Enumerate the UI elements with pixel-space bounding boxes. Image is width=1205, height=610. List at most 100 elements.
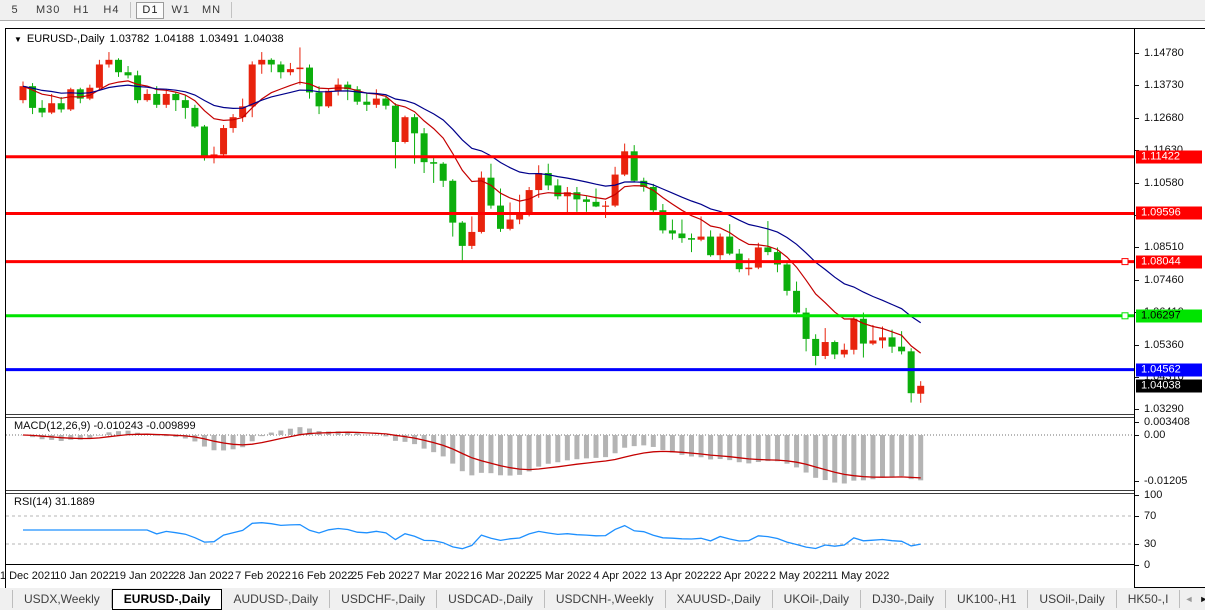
date-label: 31 Dec 2021: [0, 570, 56, 582]
toolbar-separator: [231, 2, 232, 18]
date-label: 13 Apr 2022: [650, 570, 709, 582]
hline-price-tag-1.06297: 1.06297: [1136, 309, 1202, 322]
axis-tick-mark: [1135, 435, 1139, 436]
date-label: 7 Feb 2022: [235, 570, 291, 582]
hline-price-tag-1.08044: 1.08044: [1136, 255, 1202, 268]
macd-axis-tick: -0.01205: [1144, 475, 1187, 487]
line-handle[interactable]: [1122, 259, 1128, 265]
axis-tick-mark: [1135, 565, 1139, 566]
tab-usdx-weekly[interactable]: USDX,Weekly: [12, 590, 112, 608]
toolbar-separator: [130, 2, 131, 18]
date-label: 25 Feb 2022: [351, 570, 413, 582]
rsi-axis-tick: 70: [1144, 510, 1156, 522]
chart-symbol-label: EURUSD-,Daily: [27, 33, 105, 45]
axis-tick-mark: [1135, 118, 1139, 119]
candlestick-chart-svg: [6, 29, 1134, 414]
price-axis-tick: 1.07460: [1144, 274, 1184, 286]
tab-usdcnh-weekly[interactable]: USDCNH-,Weekly: [545, 590, 666, 608]
timeframe-button-H1[interactable]: H1: [67, 2, 95, 19]
date-label: 11 May 2022: [827, 570, 890, 582]
rsi-chart-svg: [6, 494, 1134, 564]
axis-tick-mark: [1135, 377, 1139, 378]
tab-eurusd-daily[interactable]: EURUSD-,Daily: [112, 589, 223, 610]
main-chart-area[interactable]: [6, 29, 1134, 414]
price-axis: 1.147801.137301.126801.116301.105801.095…: [1134, 29, 1205, 587]
chart-tab-bar: USDX,WeeklyEURUSD-,DailyAUDUSD-,DailyUSD…: [0, 588, 1205, 610]
date-label: 25 Mar 2022: [530, 570, 592, 582]
date-label: 10 Jan 2022: [54, 570, 115, 582]
timeframe-button-W1[interactable]: W1: [166, 2, 195, 19]
current-price-tag: 1.04038: [1136, 379, 1202, 392]
tab-dj30-daily[interactable]: DJ30-,Daily: [861, 590, 946, 608]
tab-ukoil-daily[interactable]: UKOil-,Daily: [773, 590, 861, 608]
chart-dropdown-icon[interactable]: ▼: [14, 35, 22, 44]
rsi-label-row: RSI(14) 31.1889: [14, 496, 95, 508]
price-axis-tick: 1.05360: [1144, 339, 1184, 351]
macd-label-row: MACD(12,26,9) -0.010243 -0.009899: [14, 420, 196, 432]
ohlc-low: 1.03491: [199, 33, 239, 45]
tab-uk100-h1[interactable]: UK100-,H1: [946, 590, 1028, 608]
tab-scroll-arrows: ◄►: [1180, 595, 1205, 604]
axis-tick-mark: [1135, 481, 1139, 482]
timeframe-button-D1[interactable]: D1: [136, 2, 164, 19]
axis-tick-mark: [1135, 409, 1139, 410]
axis-tick-mark: [1135, 85, 1139, 86]
price-axis-tick: 1.08510: [1144, 241, 1184, 253]
tab-scroll-right-icon[interactable]: ►: [1199, 595, 1205, 604]
axis-tick-mark: [1135, 247, 1139, 248]
macd-signal-value: -0.009899: [146, 420, 196, 432]
macd-label: MACD(12,26,9): [14, 420, 90, 432]
price-axis-tick: 1.03290: [1144, 403, 1184, 415]
date-label: 2 May 2022: [770, 570, 827, 582]
date-label: 4 Apr 2022: [593, 570, 646, 582]
tab-xauusd-daily[interactable]: XAUUSD-,Daily: [666, 590, 773, 608]
rsi-axis-tick: 100: [1144, 489, 1162, 501]
price-axis-tick: 1.14780: [1144, 47, 1184, 59]
tab-usoil-daily[interactable]: USOil-,Daily: [1028, 590, 1116, 608]
axis-tick-mark: [1135, 345, 1139, 346]
timeframe-button-MN[interactable]: MN: [197, 2, 226, 19]
candlestick-series: [20, 47, 925, 402]
date-axis: 31 Dec 202110 Jan 202219 Jan 202228 Jan …: [6, 564, 1134, 588]
macd-histogram: [21, 427, 924, 483]
axis-tick-mark: [1135, 183, 1139, 184]
axis-tick-mark: [1135, 544, 1139, 545]
date-label: 16 Mar 2022: [470, 570, 532, 582]
chart-title: ▼ EURUSD-,Daily 1.03782 1.04188 1.03491 …: [14, 33, 284, 45]
timeframe-button-M30[interactable]: M30: [31, 2, 65, 19]
rsi-value: 31.1889: [55, 496, 95, 508]
ohlc-close: 1.04038: [244, 33, 284, 45]
axis-tick-mark: [1135, 280, 1139, 281]
date-label: 22 Apr 2022: [709, 570, 768, 582]
panel-splitter[interactable]: [6, 490, 1205, 494]
date-label: 16 Feb 2022: [292, 570, 354, 582]
rsi-line: [23, 523, 921, 549]
timeframe-button-H4[interactable]: H4: [97, 2, 125, 19]
price-axis-tick: 1.10580: [1144, 177, 1184, 189]
line-handle[interactable]: [1122, 313, 1128, 319]
axis-tick-mark: [1135, 422, 1139, 423]
hline-price-tag-1.04562: 1.04562: [1136, 363, 1202, 376]
tab-hk50-i[interactable]: HK50-,I: [1117, 590, 1181, 608]
hline-price-tag-1.09596: 1.09596: [1136, 207, 1202, 220]
tab-usdchf-daily[interactable]: USDCHF-,Daily: [330, 590, 437, 608]
ohlc-open: 1.03782: [110, 33, 150, 45]
date-label: 19 Jan 2022: [114, 570, 175, 582]
panel-splitter[interactable]: [6, 414, 1205, 418]
rsi-axis-tick: 0: [1144, 559, 1150, 571]
tab-usdcad-daily[interactable]: USDCAD-,Daily: [437, 590, 545, 608]
timeframe-button-5[interactable]: 5: [1, 2, 29, 19]
tab-audusd-daily[interactable]: AUDUSD-,Daily: [222, 590, 330, 608]
date-label: 7 Mar 2022: [414, 570, 470, 582]
axis-tick-mark: [1135, 53, 1139, 54]
macd-axis-tick: 0.003408: [1144, 416, 1190, 428]
axis-tick-mark: [1135, 516, 1139, 517]
macd-axis-tick: 0.00: [1144, 429, 1165, 441]
rsi-panel[interactable]: [6, 494, 1134, 564]
chart-window: ▼ EURUSD-,Daily 1.03782 1.04188 1.03491 …: [5, 28, 1205, 589]
rsi-axis-tick: 30: [1144, 538, 1156, 550]
date-label: 28 Jan 2022: [173, 570, 234, 582]
timeframe-toolbar: 5M30H1H4 D1W1MN: [0, 0, 1205, 21]
tab-scroll-left-icon[interactable]: ◄: [1184, 595, 1193, 604]
hline-price-tag-1.11422: 1.11422: [1136, 150, 1202, 163]
